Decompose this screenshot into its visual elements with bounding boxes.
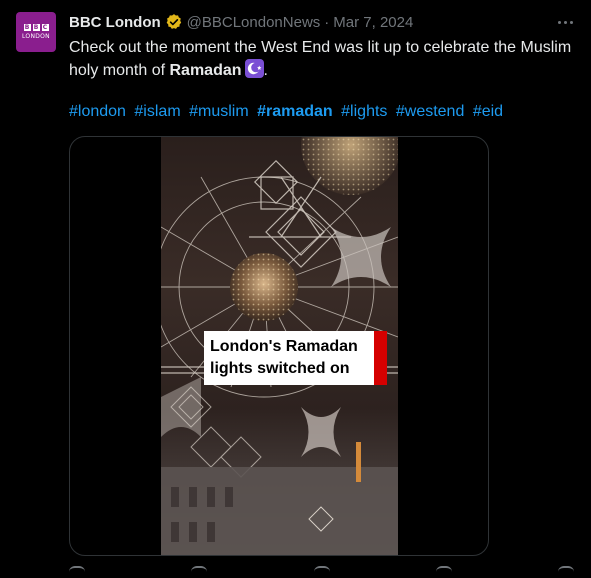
avatar-subtitle: LONDON [22,33,50,40]
video-caption: London's Ramadan lights switched on [204,331,387,385]
logo-letter: C [41,24,49,31]
media-card[interactable]: London's Ramadan lights switched on [69,136,489,556]
tweet-header: BBC London @BBCLondonNews · Mar 7, 2024 [69,12,413,32]
action-bar [69,566,574,578]
hashtag-list: #london #islam #muslim #ramadan #lights … [69,100,507,123]
crescent-star-emoji-icon [244,59,264,78]
bbc-logo: B B C [23,24,49,31]
more-options-icon[interactable] [553,14,577,30]
hashtag-link[interactable]: #muslim [189,103,249,120]
separator: · [324,13,330,31]
tweet-text-body: Check out the moment the West End was li… [69,39,572,79]
caption-line-1: London's Ramadan [210,338,358,355]
avatar[interactable]: B B C LONDON [16,12,56,52]
display-name[interactable]: BBC London [69,14,161,31]
tweet-text: Check out the moment the West End was li… [69,36,574,82]
share-icon[interactable] [558,566,574,578]
like-icon[interactable] [313,566,330,578]
views-icon[interactable] [435,566,452,578]
logo-letter: B [32,24,40,31]
video-player[interactable]: London's Ramadan lights switched on [161,137,398,555]
hashtag-link[interactable]: #westend [396,103,465,120]
logo-letter: B [23,24,31,31]
hashtag-link[interactable]: #ramadan [257,103,333,120]
tweet-text-end: . [263,62,268,79]
hashtag-link[interactable]: #islam [134,103,180,120]
verified-badge-icon[interactable] [165,13,183,31]
reply-icon[interactable] [69,566,85,578]
hashtag-link[interactable]: #lights [341,103,387,120]
caption-line-2: lights switched on [210,360,350,377]
tweet-text-bold: Ramadan [169,62,242,79]
repost-icon[interactable] [191,566,208,578]
user-handle[interactable]: @BBCLondonNews [187,14,321,31]
tweet-date[interactable]: Mar 7, 2024 [333,14,413,31]
hashtag-link[interactable]: #london [69,103,126,120]
hashtag-link[interactable]: #eid [473,103,503,120]
